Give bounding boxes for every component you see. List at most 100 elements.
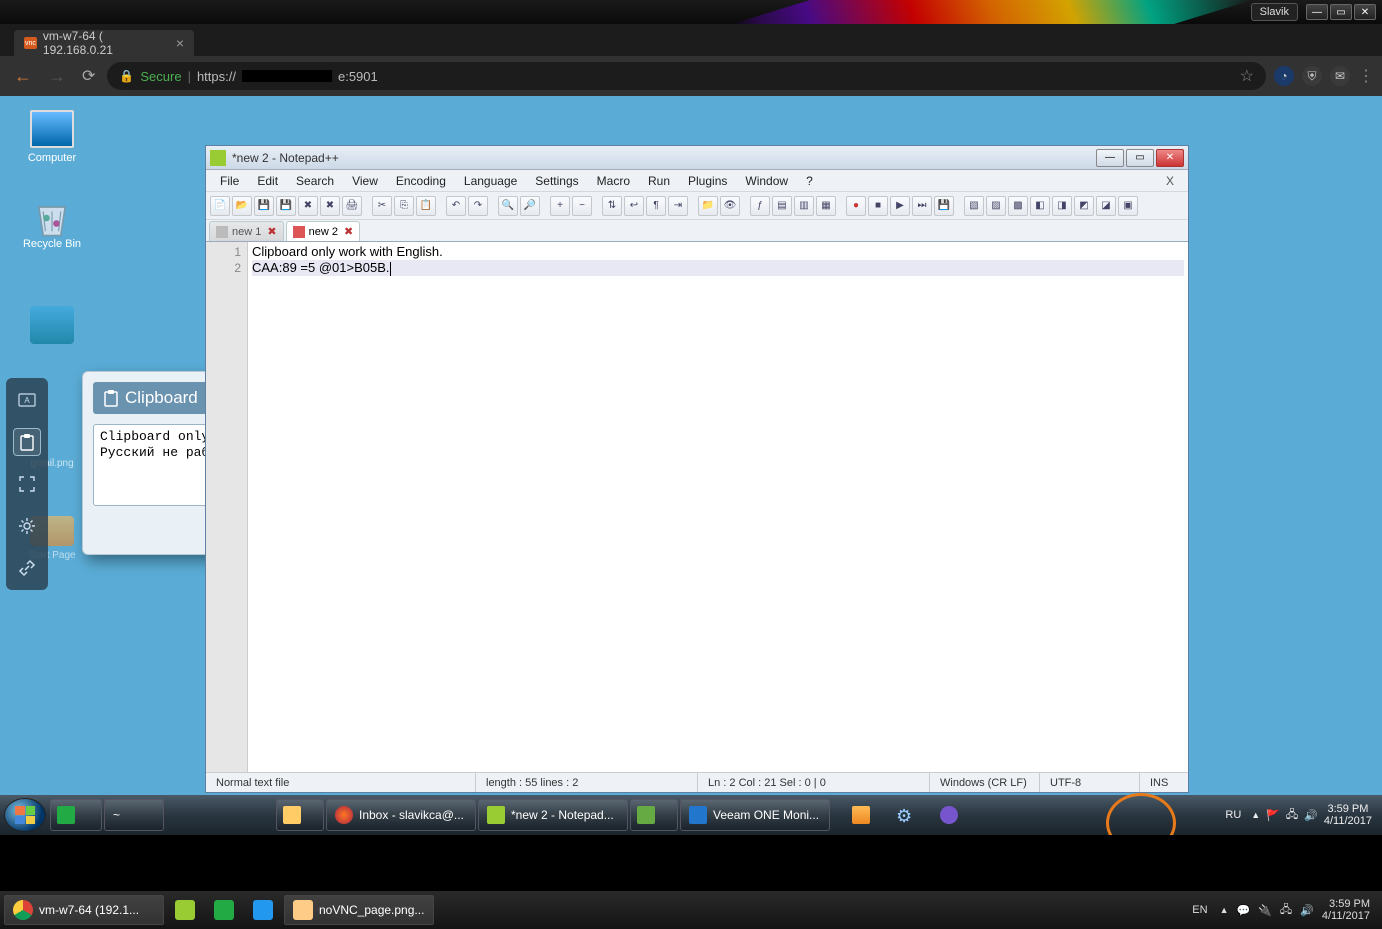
tb-play-icon[interactable]: ▶ (890, 196, 910, 216)
host-language-indicator[interactable]: EN (1188, 902, 1211, 918)
tb-misc8-icon[interactable]: ▣ (1118, 196, 1138, 216)
host-task-sync[interactable] (245, 895, 281, 925)
npp-maximize-button[interactable]: ▭ (1126, 149, 1154, 167)
file-tab-new1[interactable]: new 1✖ (209, 221, 284, 241)
tb-misc6-icon[interactable]: ◩ (1074, 196, 1094, 216)
tray-flag-icon[interactable]: 🚩 (1266, 809, 1280, 822)
tray-chat-icon[interactable]: 💬 (1237, 904, 1251, 917)
tray-power-icon[interactable]: 🔌 (1258, 904, 1272, 917)
host-minimize-button[interactable]: — (1306, 4, 1328, 20)
tb-misc3-icon[interactable]: ▩ (1008, 196, 1028, 216)
sidebar-clipboard-button[interactable] (13, 428, 41, 456)
tray-volume-icon[interactable]: 🔊 (1300, 904, 1314, 917)
desktop-icon-recycle[interactable]: Recycle Bin (14, 196, 90, 250)
editor-content[interactable]: Clipboard only work with English. CAA:89… (248, 242, 1188, 772)
tb-open-icon[interactable]: 📂 (232, 196, 252, 216)
tb-redo-icon[interactable]: ↷ (468, 196, 488, 216)
taskbar-firefox[interactable]: Inbox - slavikca@... (326, 799, 476, 831)
host-task-terminal[interactable] (206, 895, 242, 925)
remote-clock[interactable]: 3:59 PM 4/11/2017 (1324, 803, 1372, 827)
taskbar-notepadpp[interactable]: *new 2 - Notepad... (478, 799, 628, 831)
tb-paste-icon[interactable]: 📋 (416, 196, 436, 216)
host-task-paint[interactable]: noVNC_page.png... (284, 895, 434, 925)
tb-misc5-icon[interactable]: ◨ (1052, 196, 1072, 216)
tray-chevron-icon[interactable]: ▲ (1251, 810, 1260, 820)
tb-zoomout-icon[interactable]: − (572, 196, 592, 216)
npp-minimize-button[interactable]: — (1096, 149, 1124, 167)
menu-view[interactable]: View (344, 172, 386, 190)
tb-saveall-icon[interactable]: 💾 (276, 196, 296, 216)
taskbar-veeam[interactable]: Veeam ONE Moni... (680, 799, 830, 831)
tb-print-icon[interactable]: 🖨 (342, 196, 362, 216)
menu-overflow[interactable]: X (1158, 172, 1182, 190)
tb-savemacro-icon[interactable]: 💾 (934, 196, 954, 216)
editor-area[interactable]: 12 Clipboard only work with English. CAA… (206, 242, 1188, 772)
tb-allchars-icon[interactable]: ¶ (646, 196, 666, 216)
back-button[interactable]: ← (10, 62, 36, 91)
tb-cut-icon[interactable]: ✂ (372, 196, 392, 216)
desktop-icon-computer[interactable]: Computer (14, 110, 90, 164)
tb-misc1-icon[interactable]: ▧ (964, 196, 984, 216)
tab-close-icon[interactable]: ✖ (344, 225, 353, 238)
extension-icon-1[interactable]: ◔ (1274, 66, 1294, 86)
chrome-menu-icon[interactable]: ⋮ (1358, 66, 1372, 86)
tb-close-icon[interactable]: ✖ (298, 196, 318, 216)
tb-save-icon[interactable]: 💾 (254, 196, 274, 216)
tray-network-icon[interactable]: 🖧 (1280, 901, 1292, 920)
tb-wrap-icon[interactable]: ↩ (624, 196, 644, 216)
tb-sync-icon[interactable]: ⇅ (602, 196, 622, 216)
tb-indent-icon[interactable]: ⇥ (668, 196, 688, 216)
tray-network-icon[interactable]: 🖧 (1286, 806, 1298, 825)
menu-file[interactable]: File (212, 172, 247, 190)
host-task-notepadpp[interactable] (167, 895, 203, 925)
tb-docmap-icon[interactable]: ▥ (794, 196, 814, 216)
tb-misc7-icon[interactable]: ◪ (1096, 196, 1116, 216)
menu-search[interactable]: Search (288, 172, 342, 190)
forward-button[interactable]: → (44, 62, 70, 91)
file-tab-new2[interactable]: new 2✖ (286, 221, 361, 241)
menu-window[interactable]: Window (737, 172, 796, 190)
tb-misc2-icon[interactable]: ▨ (986, 196, 1006, 216)
sidebar-fullscreen-button[interactable] (13, 470, 41, 498)
taskbar-pinned-vm[interactable] (630, 799, 678, 831)
taskbar-pinned-settings[interactable]: ⚙ (890, 799, 932, 831)
npp-close-button[interactable]: ✕ (1156, 149, 1184, 167)
chrome-tab-active[interactable]: vnc vm-w7-64 ( 192.168.0.21 × (14, 30, 194, 56)
sidebar-keyboard-button[interactable]: A (13, 386, 41, 414)
reload-button[interactable]: ⟳ (78, 62, 99, 90)
taskbar-pinned-app1[interactable] (846, 799, 888, 831)
start-button[interactable] (4, 798, 46, 832)
menu-plugins[interactable]: Plugins (680, 172, 735, 190)
host-task-chrome[interactable]: vm-w7-64 (192.1... (4, 895, 164, 925)
tb-monitor-icon[interactable]: 👁 (720, 196, 740, 216)
desktop-icon-app1[interactable] (14, 306, 90, 348)
address-bar[interactable]: 🔒 Secure | https://e:5901 ☆ (107, 62, 1266, 90)
menu-help[interactable]: ? (798, 172, 821, 190)
tb-playmulti-icon[interactable]: ⏭ (912, 196, 932, 216)
host-maximize-button[interactable]: ▭ (1330, 4, 1352, 20)
menu-edit[interactable]: Edit (249, 172, 286, 190)
tb-undo-icon[interactable]: ↶ (446, 196, 466, 216)
tb-stop-icon[interactable]: ■ (868, 196, 888, 216)
taskbar-pinned-viber[interactable] (934, 799, 976, 831)
tb-copy-icon[interactable]: ⎘ (394, 196, 414, 216)
tb-zoomin-icon[interactable]: + (550, 196, 570, 216)
taskbar-quicklaunch[interactable]: ~ (104, 799, 164, 831)
tb-closeall-icon[interactable]: ✖ (320, 196, 340, 216)
tb-find-icon[interactable]: 🔍 (498, 196, 518, 216)
taskbar-pinned-terminal[interactable] (50, 799, 102, 831)
remote-language-indicator[interactable]: RU (1221, 807, 1245, 823)
tb-record-icon[interactable]: ● (846, 196, 866, 216)
taskbar-pinned-explorer[interactable] (276, 799, 324, 831)
tb-map-icon[interactable]: ▤ (772, 196, 792, 216)
tab-close-icon[interactable]: × (176, 35, 184, 51)
tray-chevron-icon[interactable]: ▲ (1220, 905, 1229, 915)
menu-macro[interactable]: Macro (589, 172, 638, 190)
extension-icon-3[interactable]: ✉ (1330, 66, 1350, 86)
tb-replace-icon[interactable]: 🔎 (520, 196, 540, 216)
extension-icon-2[interactable]: ⛨ (1302, 66, 1322, 86)
tb-doclist-icon[interactable]: ▦ (816, 196, 836, 216)
tab-close-icon[interactable]: ✖ (267, 225, 276, 238)
host-clock[interactable]: 3:59 PM 4/11/2017 (1322, 898, 1370, 922)
tb-func-icon[interactable]: ƒ (750, 196, 770, 216)
